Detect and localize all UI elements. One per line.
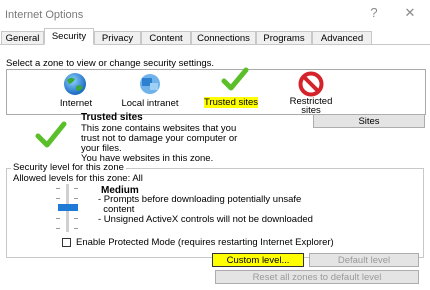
tab-content[interactable]: Content: [141, 31, 191, 45]
zone-internet-label: Internet: [59, 98, 93, 109]
protected-mode-checkbox[interactable]: [62, 238, 71, 247]
tab-privacy[interactable]: Privacy: [94, 31, 141, 45]
security-slider-thumb[interactable]: [58, 204, 78, 211]
slider-tick: [74, 188, 78, 189]
zone-restricted-sites[interactable]: Restricted sites: [283, 71, 339, 116]
slider-tick: [56, 198, 60, 199]
default-level-button[interactable]: Default level: [309, 253, 419, 267]
tab-programs[interactable]: Programs: [256, 31, 312, 45]
checkmark-icon: [221, 67, 249, 91]
security-level-description: - Prompts before downloading potentially…: [98, 195, 313, 225]
zone-internet[interactable]: Internet: [48, 72, 104, 110]
network-icon: [140, 74, 160, 94]
slider-tick: [74, 218, 78, 219]
tab-general[interactable]: General: [1, 31, 44, 45]
reset-all-zones-button[interactable]: Reset all zones to default level: [215, 270, 419, 284]
globe-icon: [64, 73, 86, 95]
zone-trusted-sites-label: Trusted sites: [204, 97, 259, 108]
zone-local-intranet[interactable]: Local intranet: [114, 72, 186, 110]
security-level-legend: Security level for this zone: [11, 162, 126, 173]
window-title: Internet Options: [5, 9, 84, 21]
checkmark-icon: [35, 121, 67, 148]
level-bullet: - Unsigned ActiveX controls will not be …: [98, 214, 313, 225]
custom-level-button[interactable]: Custom level...: [212, 253, 304, 267]
tab-security[interactable]: Security: [44, 28, 94, 45]
slider-tick: [56, 228, 60, 229]
slider-tick: [74, 228, 78, 229]
zone-trusted-sites[interactable]: Trusted sites: [198, 66, 272, 110]
tab-connections[interactable]: Connections: [191, 31, 256, 45]
zone-local-intranet-label: Local intranet: [121, 98, 179, 109]
slider-tick: [56, 218, 60, 219]
protected-mode-label: Enable Protected Mode (requires restarti…: [76, 237, 334, 248]
tab-advanced[interactable]: Advanced: [312, 31, 372, 45]
slider-tick: [56, 188, 60, 189]
allowed-levels-text: Allowed levels for this zone: All: [13, 173, 143, 184]
tab-strip: General Security Privacy Content Connect…: [0, 28, 430, 45]
zone-trusted-sites-label-wrap: Trusted sites: [204, 97, 259, 108]
no-entry-icon: [298, 71, 324, 97]
help-button[interactable]: ?: [364, 4, 384, 22]
selected-zone-description: This zone contains websites that you tru…: [81, 124, 237, 164]
sites-button[interactable]: Sites: [313, 114, 425, 128]
slider-tick: [74, 198, 78, 199]
zone-prompt: Select a zone to view or change security…: [6, 58, 215, 69]
close-button[interactable]: ✕: [400, 4, 420, 22]
selected-zone-title: Trusted sites: [81, 112, 143, 123]
